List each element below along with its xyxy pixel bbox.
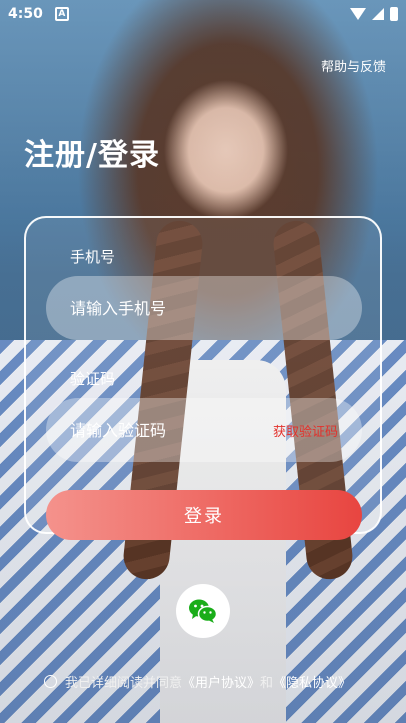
status-bar: 4:50 A bbox=[0, 0, 406, 28]
signal-icon bbox=[372, 8, 384, 20]
user-agreement-link[interactable]: 《用户协议》 bbox=[182, 672, 260, 691]
agreement-and: 和 bbox=[260, 676, 274, 691]
wechat-login-button[interactable] bbox=[176, 584, 230, 638]
phone-label: 手机号 bbox=[70, 248, 116, 266]
wechat-icon bbox=[189, 599, 218, 623]
privacy-agreement-link[interactable]: 《隐私协议》 bbox=[273, 672, 351, 691]
notification-badge-icon: A bbox=[54, 7, 69, 21]
agreement-row: 我已详细阅读并同意 《用户协议》 和 《隐私协议》 bbox=[44, 672, 351, 691]
code-label: 验证码 bbox=[70, 370, 116, 388]
phone-input[interactable] bbox=[70, 298, 270, 318]
code-field[interactable]: 获取验证码 bbox=[46, 398, 362, 462]
login-card: 手机号 验证码 获取验证码 登录 bbox=[24, 216, 382, 540]
code-input[interactable] bbox=[70, 420, 270, 440]
battery-icon bbox=[390, 7, 398, 21]
agreement-radio[interactable] bbox=[44, 675, 57, 688]
help-feedback-link[interactable]: 帮助与反馈 bbox=[321, 56, 386, 75]
get-code-button[interactable]: 获取验证码 bbox=[273, 421, 338, 440]
login-button[interactable]: 登录 bbox=[46, 490, 362, 540]
status-icons bbox=[350, 7, 398, 21]
agreement-prefix: 我已详细阅读并同意 bbox=[65, 676, 183, 691]
phone-field[interactable] bbox=[46, 276, 362, 340]
page-title: 注册/登录 bbox=[24, 138, 160, 173]
status-time: 4:50 bbox=[8, 6, 43, 22]
wifi-icon bbox=[350, 8, 366, 20]
